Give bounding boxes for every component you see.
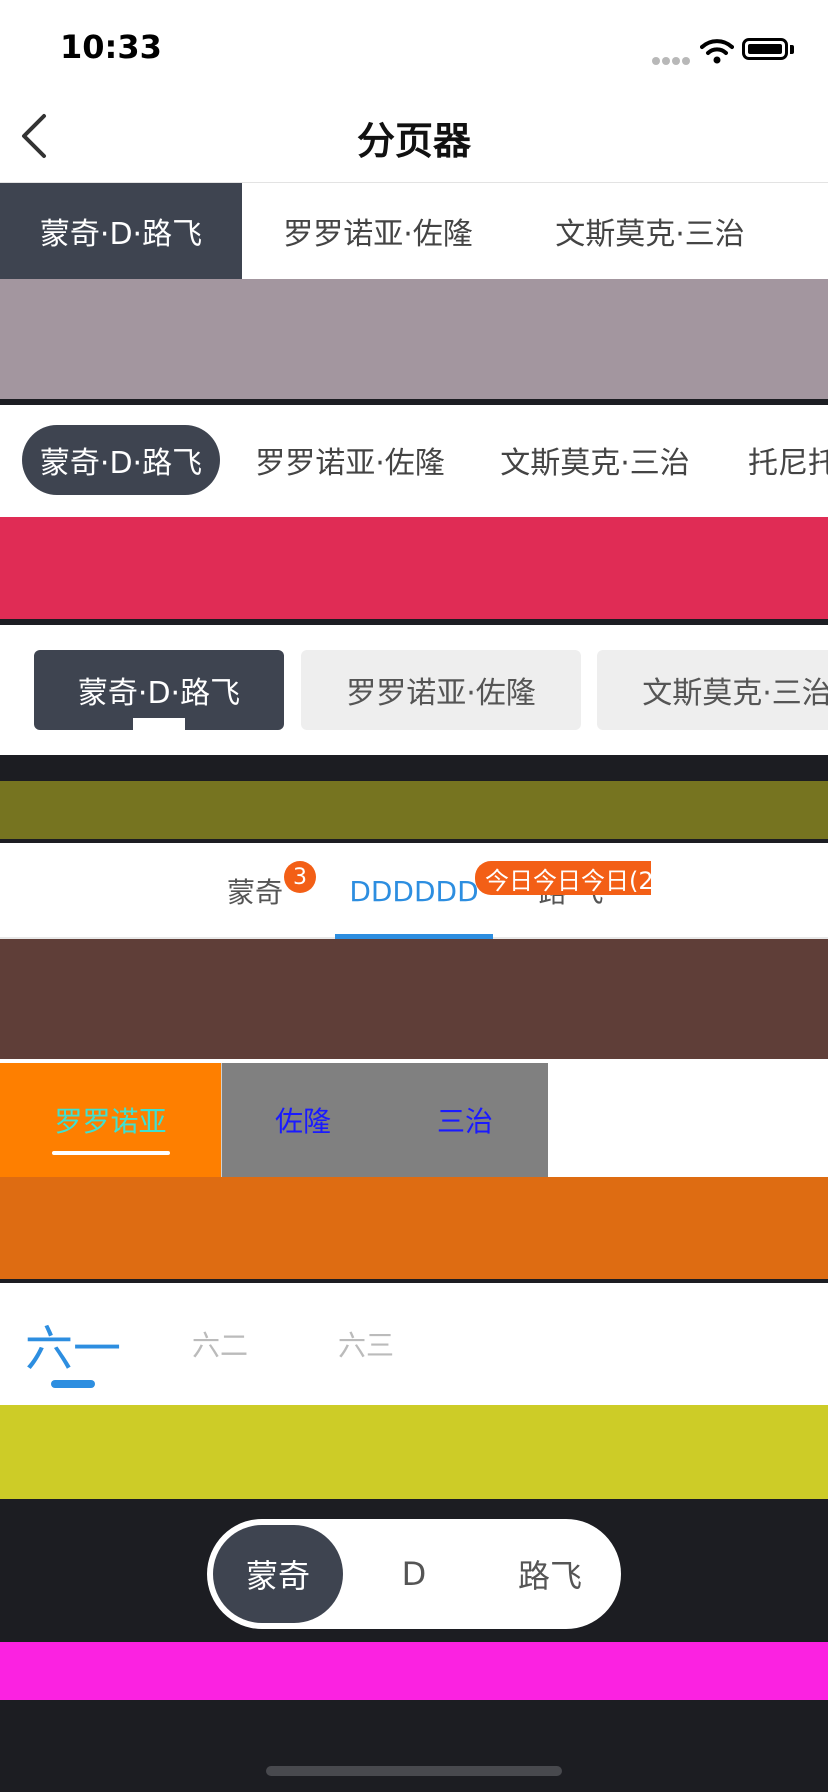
count-badge: 3: [284, 861, 316, 893]
tab-sanji[interactable]: 文斯莫克·三治: [540, 183, 760, 279]
tab-monkey[interactable]: 蒙奇: [210, 843, 300, 939]
selected-indicator: [133, 718, 185, 730]
tab-zoro[interactable]: 罗罗诺亚·佐隆: [270, 183, 486, 279]
battery-icon: [742, 38, 788, 60]
tab-zoro-name[interactable]: 佐隆: [240, 1063, 366, 1177]
tab-luffy[interactable]: 蒙奇·D·路飞: [22, 425, 220, 495]
segmented-tabs-4: 蒙奇 DDDDDD 路 飞 3 今日今日今日(2: [0, 843, 828, 939]
content-area-5: [0, 1177, 828, 1279]
content-area-3: [0, 781, 828, 839]
page-title: 分页器: [356, 118, 471, 163]
selected-underline: [52, 1151, 170, 1155]
segmented-tabs-2: 蒙奇·D·路飞 罗罗诺亚·佐隆 文斯莫克·三治 托尼托: [0, 405, 828, 517]
tab-d[interactable]: D: [353, 1525, 475, 1623]
tab-liusan[interactable]: 六三: [326, 1283, 406, 1405]
content-area-4: [0, 939, 828, 1059]
back-chevron-icon[interactable]: [14, 110, 54, 166]
tab-sanji[interactable]: 三治: [400, 1063, 530, 1177]
tab-liuer[interactable]: 六二: [180, 1283, 260, 1405]
status-time: 10:33: [60, 28, 162, 66]
segmented-tabs-5: 罗罗诺亚 佐隆 三治: [0, 1063, 828, 1177]
tab-monkey[interactable]: 蒙奇: [213, 1525, 343, 1623]
wifi-icon: [700, 38, 734, 68]
tab-dddddd[interactable]: DDDDDD: [335, 843, 493, 939]
content-area-7: [0, 1642, 828, 1700]
tab-luffy[interactable]: 路飞: [485, 1525, 615, 1623]
segmented-tabs-6: 六一 六二 六三: [0, 1283, 828, 1405]
tab-sanji[interactable]: 文斯莫克·三治: [490, 425, 700, 495]
selected-underline: [51, 1380, 95, 1388]
tab-luffy[interactable]: 蒙奇·D·路飞: [0, 183, 242, 279]
cellular-signal-icon: [652, 50, 692, 69]
navigation-bar: 分页器: [0, 92, 828, 184]
content-area-2: [0, 517, 828, 619]
content-area-6: [0, 1405, 828, 1499]
tab-zoro[interactable]: 罗罗诺亚·佐隆: [250, 425, 450, 495]
tab-zoro[interactable]: 罗罗诺亚·佐隆: [301, 650, 581, 730]
tab-sanji[interactable]: 文斯莫克·三治: [597, 650, 828, 730]
divider: [0, 755, 828, 781]
segmented-tabs-3: 蒙奇·D·路飞 罗罗诺亚·佐隆 文斯莫克·三治: [0, 625, 828, 755]
segmented-tabs-1: 蒙奇·D·路飞 罗罗诺亚·佐隆 文斯莫克·三治: [0, 183, 828, 279]
home-indicator: [266, 1766, 562, 1776]
tab-zoro-selected[interactable]: 罗罗诺亚: [0, 1063, 221, 1177]
text-badge: 今日今日今日(2: [475, 861, 651, 895]
battery-tip: [790, 45, 794, 54]
content-area-1: [0, 279, 828, 399]
segmented-pill-switch: 蒙奇 D 路飞: [207, 1519, 621, 1629]
tab-tony[interactable]: 托尼托: [748, 425, 828, 495]
